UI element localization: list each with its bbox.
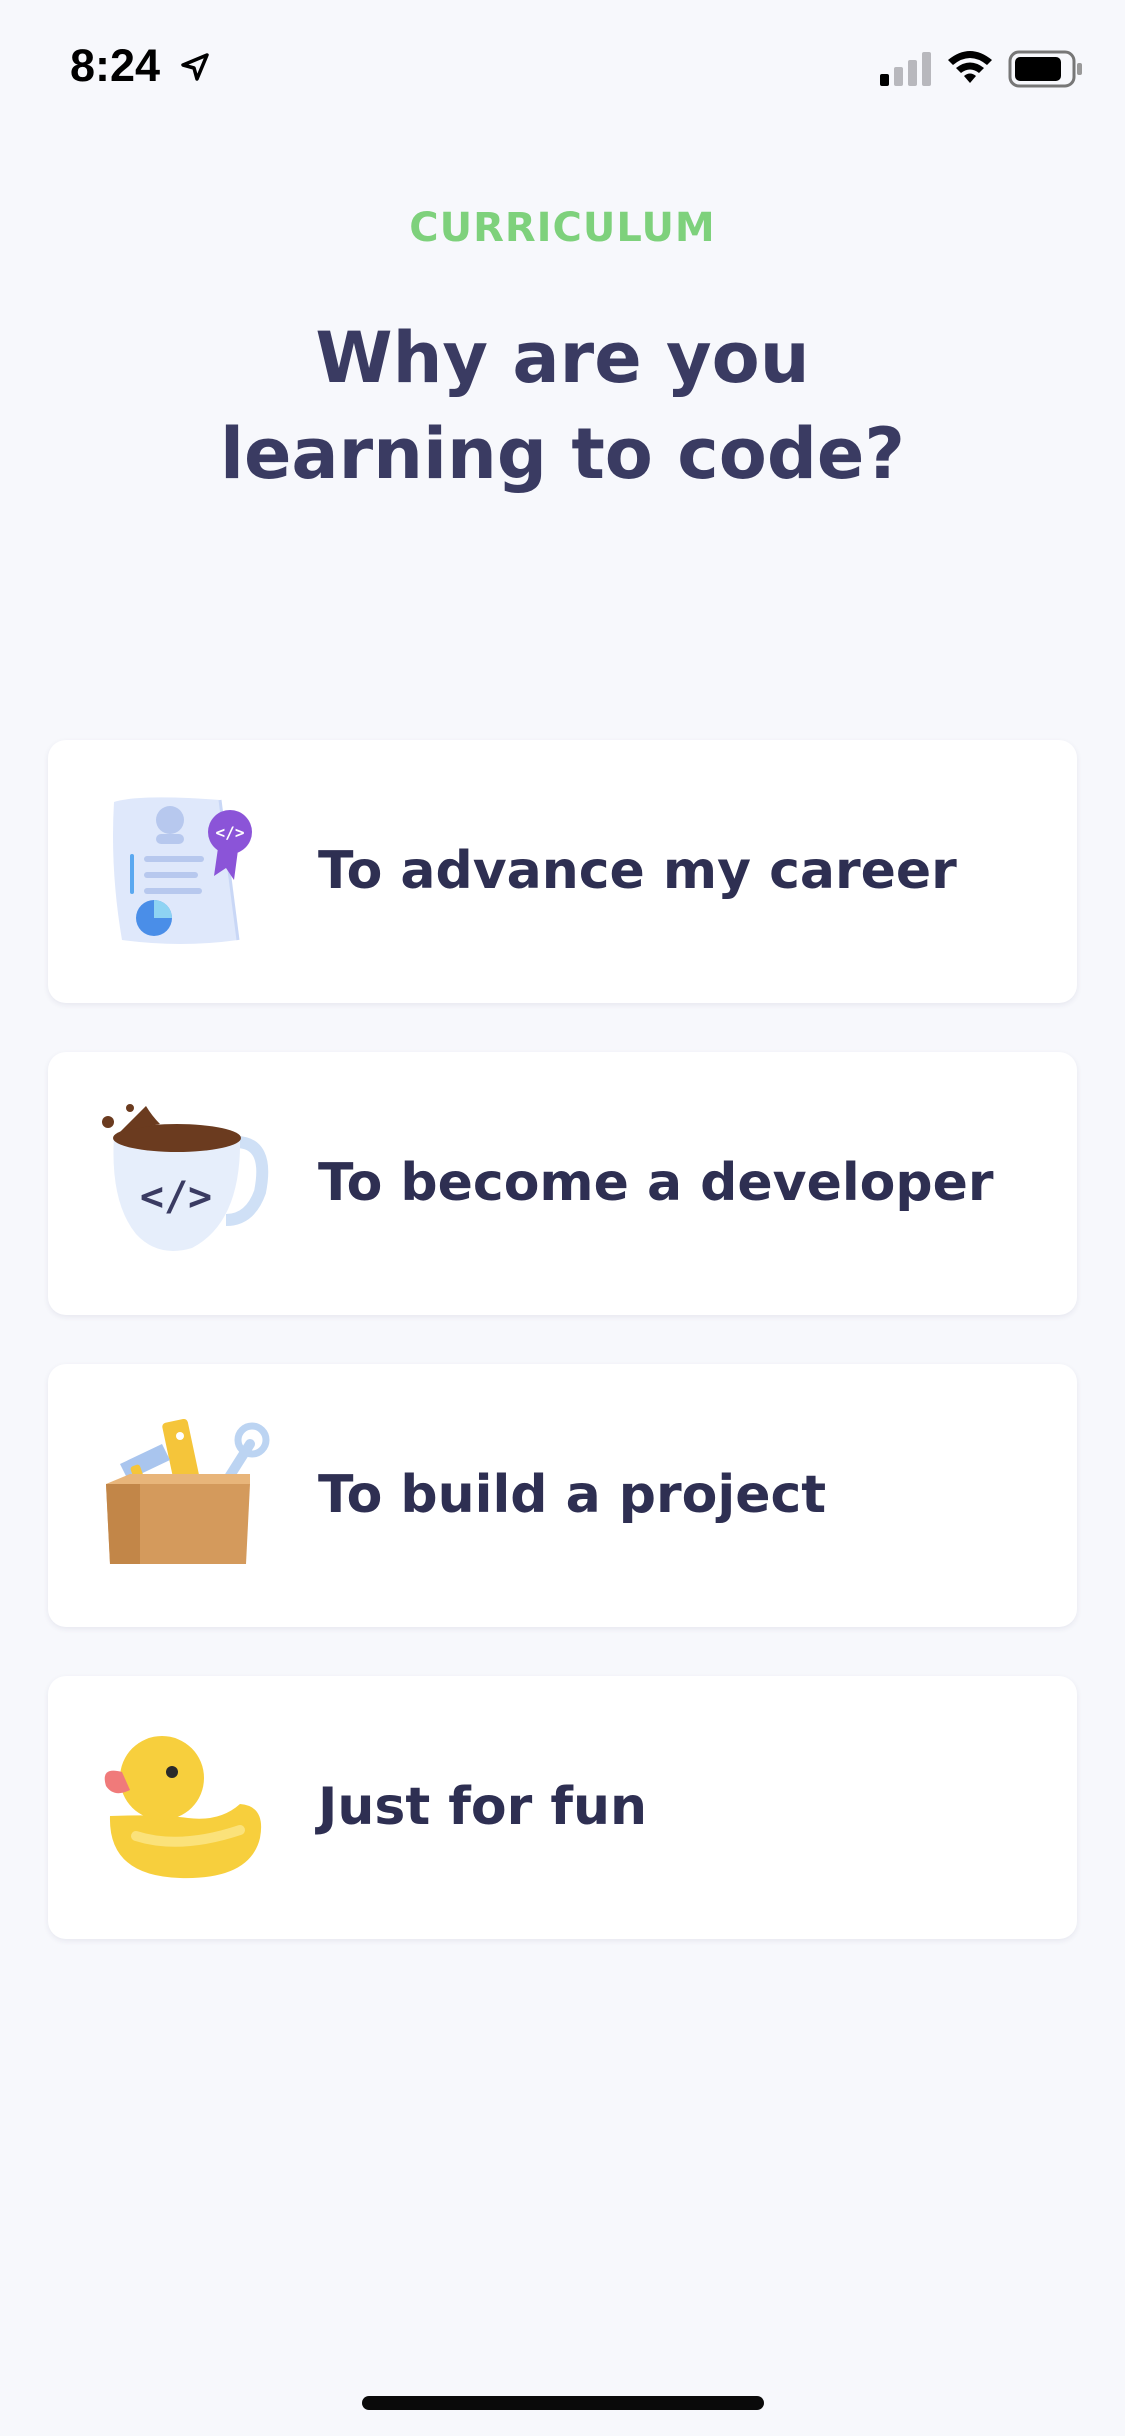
toolbox-icon: [106, 1418, 270, 1564]
coffee-mug-icon: </>: [102, 1104, 269, 1251]
option-card-just-for-fun[interactable]: Just for fun: [48, 1676, 1077, 1939]
page-title: Why are you learning to code?: [219, 317, 906, 495]
cellular-signal-icon: [880, 52, 931, 86]
option-label: To build a project: [318, 1465, 827, 1525]
rubber-duck-icon: [104, 1736, 262, 1879]
option-label: Just for fun: [318, 1777, 648, 1837]
wifi-icon: [948, 51, 992, 83]
option-label: To become a developer: [318, 1153, 994, 1213]
status-bar: 8:24: [0, 0, 1125, 140]
option-card-become-developer[interactable]: </> To become a developer: [48, 1052, 1077, 1315]
section-label: CURRICULUM: [409, 205, 716, 251]
option-label: To advance my career: [318, 841, 957, 901]
option-card-build-project[interactable]: To build a project: [48, 1364, 1077, 1627]
certificate-icon: </>: [113, 797, 252, 944]
option-card-advance-career[interactable]: </> To advance my career: [48, 740, 1077, 1003]
battery-icon: [1008, 50, 1082, 88]
home-indicator[interactable]: [362, 2396, 764, 2410]
location-arrow-icon: [181, 53, 209, 81]
svg-text:</>: </>: [216, 823, 245, 842]
status-time: 8:24: [70, 40, 161, 91]
svg-text:</>: </>: [140, 1174, 212, 1220]
